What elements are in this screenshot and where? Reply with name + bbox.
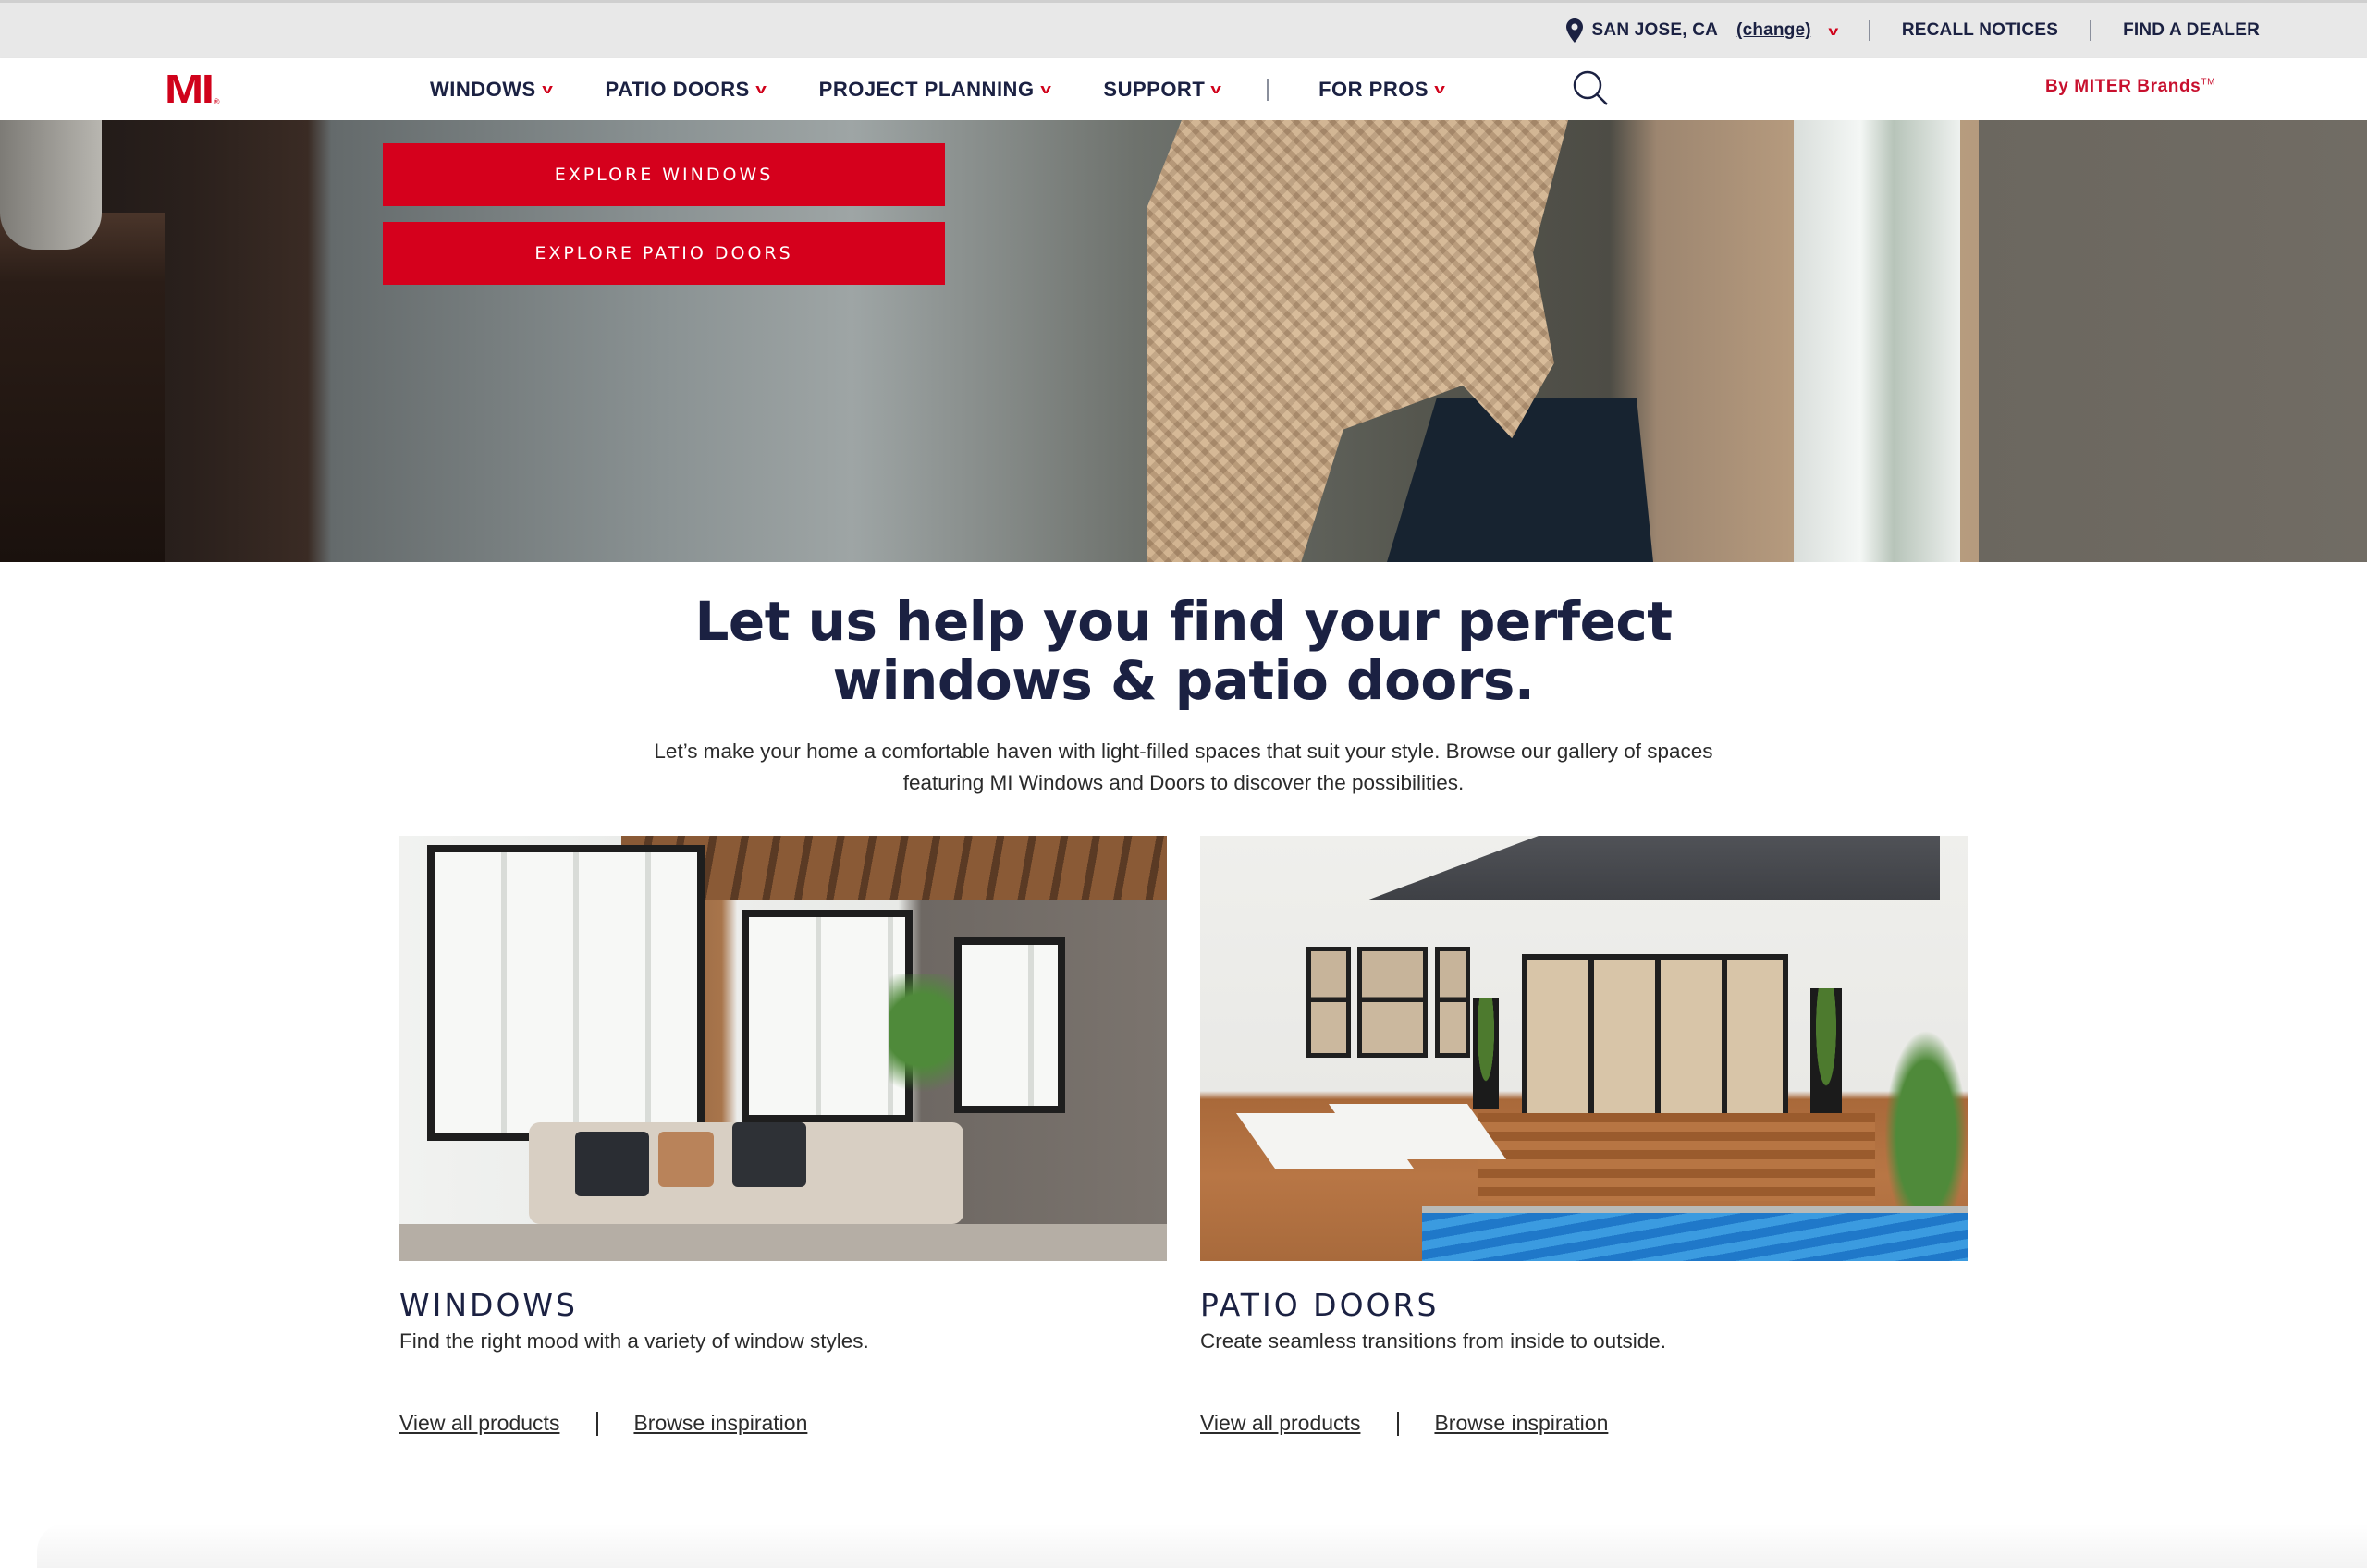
chevron-down-icon: v (755, 81, 767, 97)
logo-text: MI (165, 67, 215, 112)
image-pillow (658, 1132, 714, 1187)
explore-windows-button[interactable]: EXPLORE WINDOWS (383, 143, 945, 206)
intro-body: Let’s make your home a comfortable haven… (654, 740, 1713, 794)
windows-card-links: View all products Browse inspiration (399, 1411, 1167, 1436)
image-sliding-door (1522, 954, 1788, 1119)
nav-item-label: PATIO DOORS (605, 77, 750, 101)
image-window (742, 910, 913, 1122)
patio-doors-card-image[interactable] (1200, 836, 1968, 1261)
divider (2090, 20, 2092, 41)
find-dealer-link[interactable]: FIND A DEALER (2123, 20, 2260, 41)
image-window (1435, 947, 1470, 1058)
image-floor (399, 1224, 1167, 1261)
patio-doors-card-title: PATIO DOORS (1200, 1287, 1440, 1323)
utility-bar: SAN JOSE, CA (change) v RECALL NOTICES F… (0, 0, 2367, 58)
recall-notices-link[interactable]: RECALL NOTICES (1902, 20, 2058, 41)
divider (1868, 20, 1870, 41)
image-window (1357, 947, 1428, 1058)
chevron-down-icon: v (1434, 81, 1446, 97)
link-divider (1397, 1411, 1400, 1436)
windows-browse-inspiration-link[interactable]: Browse inspiration (633, 1411, 807, 1436)
nav-item-label: SUPPORT (1103, 77, 1206, 101)
nav-item-label: WINDOWS (430, 77, 536, 101)
patio-doors-view-all-products-link[interactable]: View all products (1200, 1411, 1360, 1436)
map-pin-icon (1565, 18, 1583, 43)
hero-image-window (1794, 120, 1960, 562)
nav-item-windows[interactable]: WINDOWS v (430, 77, 554, 102)
chevron-down-icon[interactable]: v (1828, 23, 1838, 38)
main-nav: MI ® WINDOWS v PATIO DOORS v PROJECT PLA… (0, 58, 2367, 120)
search-icon[interactable] (1572, 69, 1611, 108)
image-window (427, 845, 705, 1141)
registered-mark: ® (213, 97, 220, 106)
next-section-edge (37, 1524, 2367, 1568)
explore-patio-doors-button[interactable]: EXPLORE PATIO DOORS (383, 222, 945, 285)
patio-doors-card-links: View all products Browse inspiration (1200, 1411, 1968, 1436)
miter-brands-label: By MITER Brands (2044, 77, 2201, 96)
change-location-link[interactable]: (change) (1736, 20, 1811, 41)
chevron-down-icon: v (1039, 81, 1052, 97)
nav-item-label: PROJECT PLANNING (818, 77, 1035, 101)
image-window (954, 937, 1065, 1113)
hero-banner: EXPLORE WINDOWS EXPLORE PATIO DOORS (0, 120, 2367, 562)
intro-heading-line1: Let us help you find your perfect (694, 590, 1673, 653)
nav-divider (1267, 78, 1269, 101)
windows-card-description: Find the right mood with a variety of wi… (399, 1329, 869, 1353)
chevron-down-icon: v (1210, 81, 1222, 97)
patio-doors-browse-inspiration-link[interactable]: Browse inspiration (1434, 1411, 1608, 1436)
image-window (1306, 947, 1351, 1058)
hero-image-shelf (0, 213, 165, 562)
image-pillow (575, 1132, 649, 1196)
windows-view-all-products-link[interactable]: View all products (399, 1411, 559, 1436)
trademark: TM (2201, 77, 2215, 88)
nav-item-patio-doors[interactable]: PATIO DOORS v (605, 77, 767, 102)
nav-item-for-pros[interactable]: FOR PROS v (1318, 77, 1446, 102)
image-topiary (1473, 998, 1499, 1109)
hero-image-wall (1979, 120, 2367, 562)
intro-heading-line2: windows & patio doors. (832, 649, 1535, 712)
patio-doors-card: PATIO DOORS Create seamless transitions … (1200, 836, 1968, 1436)
image-deck (1478, 1113, 1875, 1201)
windows-card: WINDOWS Find the right mood with a varie… (399, 836, 1167, 1436)
utility-links: SAN JOSE, CA (change) v RECALL NOTICES F… (1565, 3, 2260, 58)
image-roof (1367, 836, 1940, 900)
image-pool (1422, 1206, 1968, 1261)
image-pillow (732, 1122, 806, 1187)
windows-card-image[interactable] (399, 836, 1167, 1261)
image-palm (1884, 1030, 1968, 1206)
mi-logo[interactable]: MI ® (165, 67, 220, 112)
intro-heading: Let us help you find your perfect window… (0, 592, 2367, 710)
link-divider (596, 1411, 599, 1436)
windows-card-title: WINDOWS (399, 1287, 579, 1323)
chevron-down-icon: v (541, 81, 554, 97)
patio-doors-card-description: Create seamless transitions from inside … (1200, 1329, 1666, 1353)
image-topiary (1810, 988, 1842, 1118)
nav-item-project-planning[interactable]: PROJECT PLANNING v (818, 77, 1052, 102)
nav-menu: WINDOWS v PATIO DOORS v PROJECT PLANNING… (430, 58, 1498, 120)
image-plant (889, 974, 954, 1113)
nav-item-label: FOR PROS (1318, 77, 1429, 101)
location-selector[interactable]: SAN JOSE, CA (change) v (1565, 18, 1838, 43)
hero-image-dress (1387, 398, 1653, 562)
nav-item-support[interactable]: SUPPORT v (1103, 77, 1222, 102)
miter-brands-link[interactable]: By MITER BrandsTM (2045, 77, 2215, 97)
location-label: SAN JOSE, CA (1591, 20, 1719, 40)
hero-image-vase (0, 120, 102, 250)
